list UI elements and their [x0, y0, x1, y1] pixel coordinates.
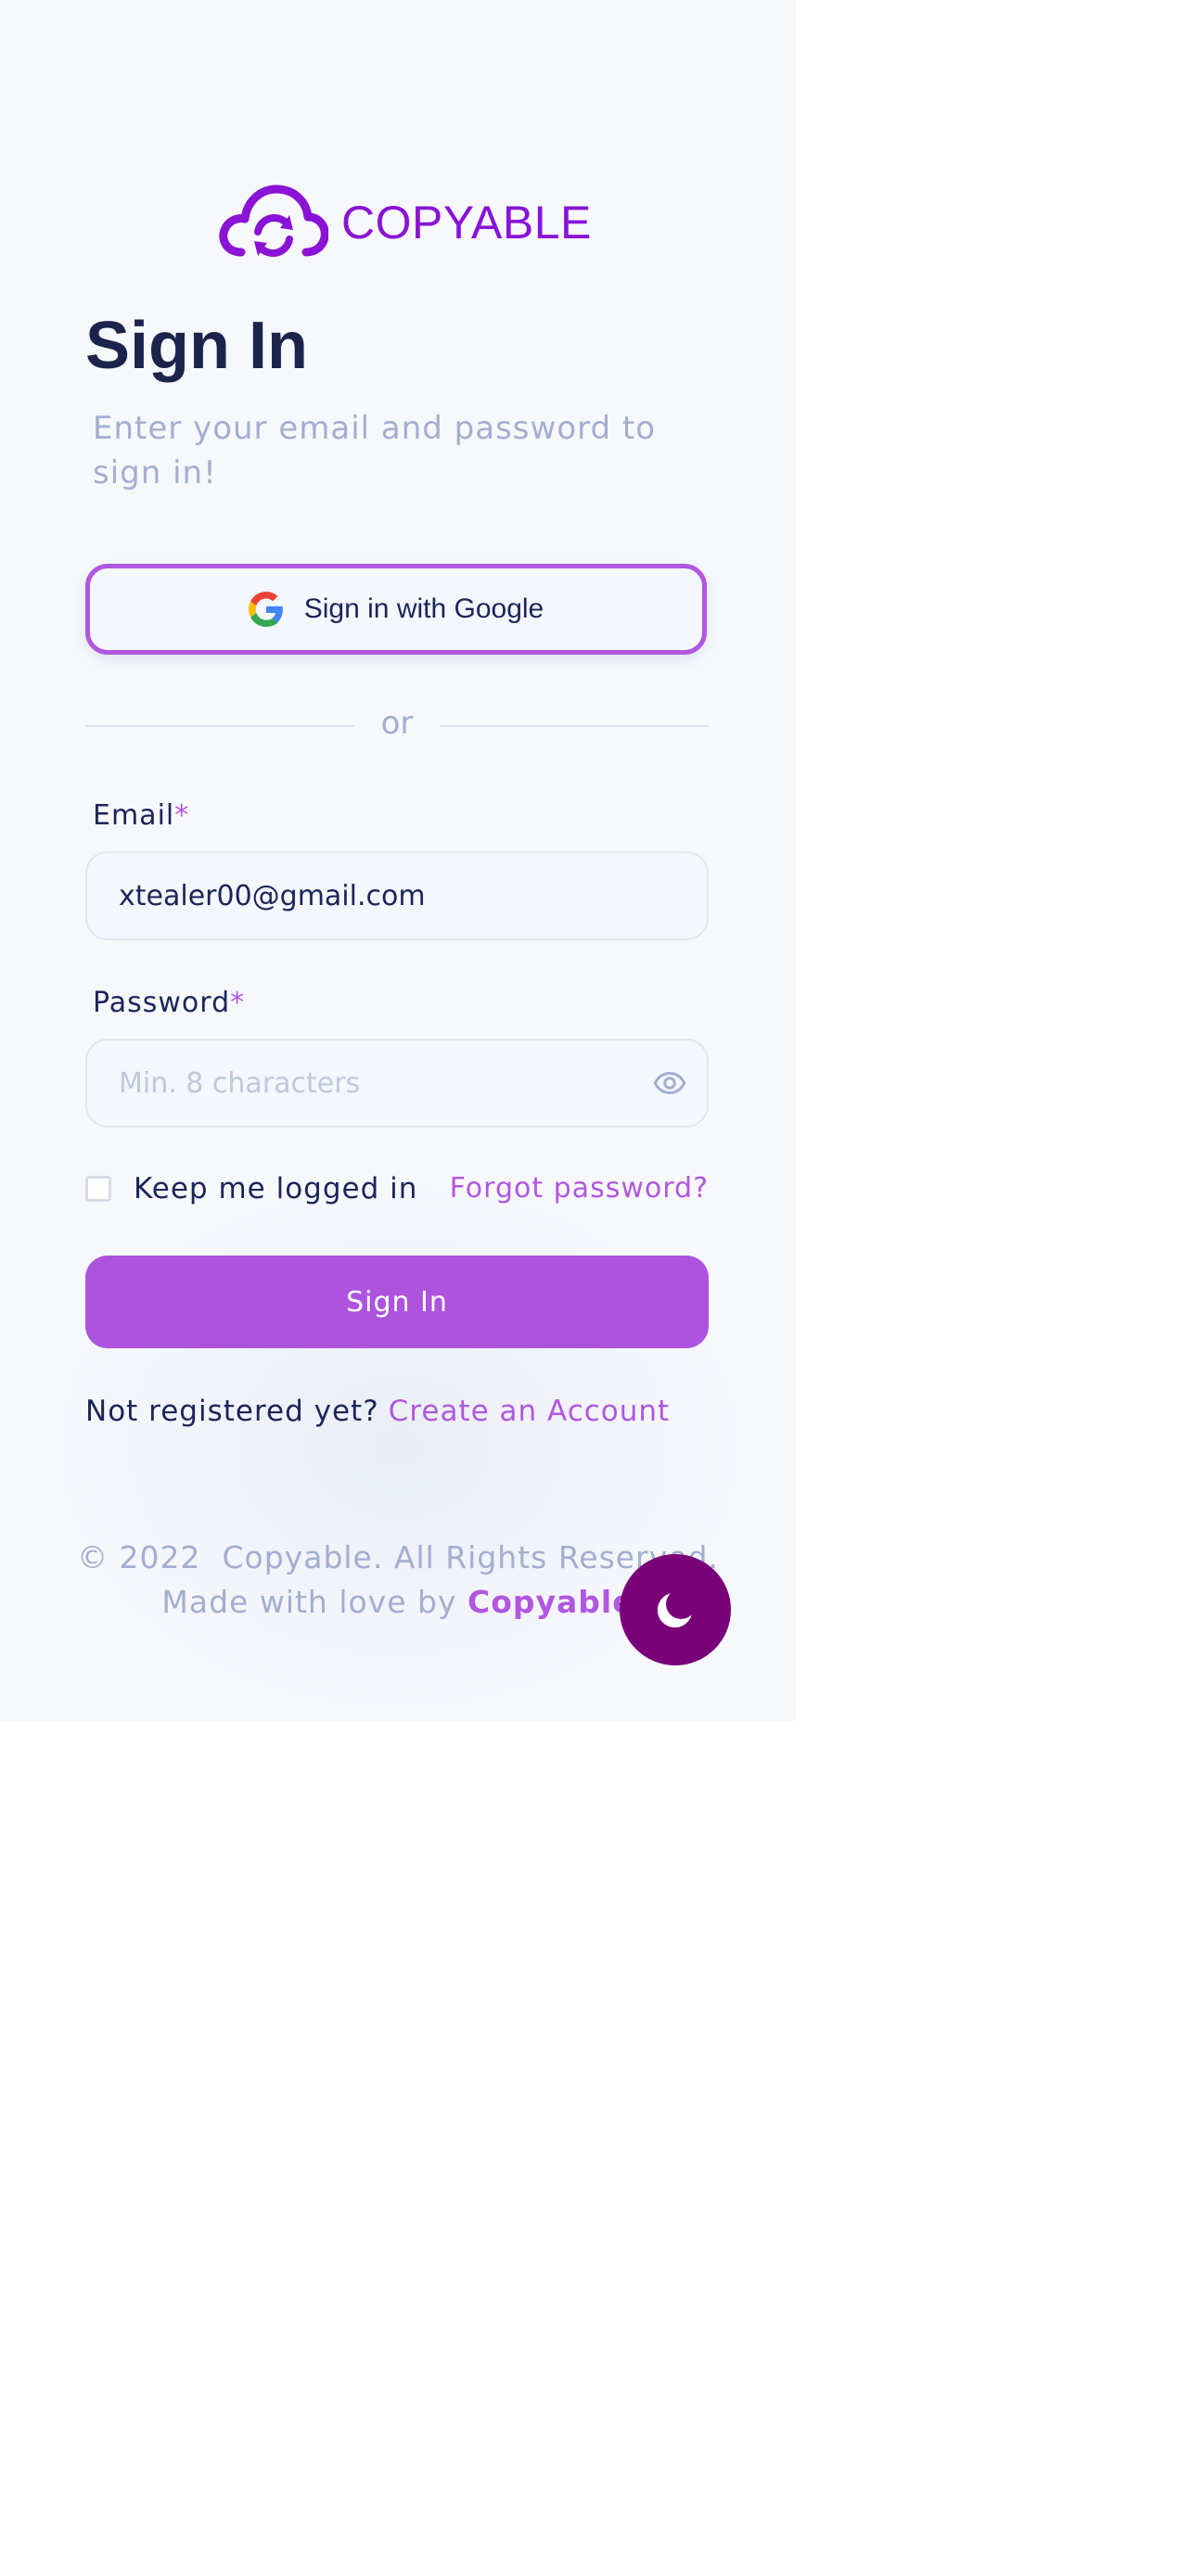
email-label-text: Email: [93, 799, 175, 832]
password-label: Password*: [93, 987, 245, 1019]
google-sign-in-button[interactable]: Sign in with Google: [85, 564, 707, 655]
dark-mode-toggle[interactable]: [620, 1554, 731, 1665]
create-account-link[interactable]: Create an Account: [389, 1395, 671, 1428]
required-mark: *: [174, 799, 190, 832]
email-field[interactable]: [119, 853, 638, 938]
logo: COPYABLE: [217, 178, 592, 267]
password-field[interactable]: [119, 1040, 638, 1126]
moon-icon: [657, 1593, 692, 1628]
or-divider: or: [85, 705, 709, 746]
sign-in-button[interactable]: Sign In: [85, 1256, 709, 1348]
remember-me: Keep me logged in: [85, 1172, 417, 1205]
email-field-wrapper: [85, 851, 709, 940]
page-subtitle: Enter your email and password to sign in…: [93, 410, 657, 491]
register-question: Not registered yet?: [85, 1395, 379, 1428]
remember-checkbox[interactable]: [85, 1176, 111, 1202]
divider-line-right: [440, 725, 709, 727]
brand-name: COPYABLE: [341, 197, 592, 249]
password-label-text: Password: [93, 987, 231, 1019]
register-prompt: Not registered yet? Create an Account: [85, 1395, 670, 1428]
footer-brand-link[interactable]: Copyable: [467, 1584, 634, 1620]
eye-icon[interactable]: [653, 1066, 686, 1100]
forgot-password-link[interactable]: Forgot password?: [450, 1172, 709, 1205]
made-with-text: Made with love by: [161, 1584, 457, 1620]
remember-label: Keep me logged in: [134, 1172, 418, 1205]
email-label: Email*: [93, 799, 189, 832]
google-button-label: Sign in with Google: [303, 593, 544, 624]
google-icon: [248, 592, 283, 627]
divider-text: or: [380, 705, 414, 742]
cloud-sync-icon: [219, 185, 328, 257]
required-mark: *: [230, 987, 246, 1019]
sign-in-panel: COPYABLE Sign In Enter your email and pa…: [0, 0, 796, 1721]
page-title: Sign In: [85, 309, 308, 383]
password-field-wrapper: [85, 1039, 709, 1128]
